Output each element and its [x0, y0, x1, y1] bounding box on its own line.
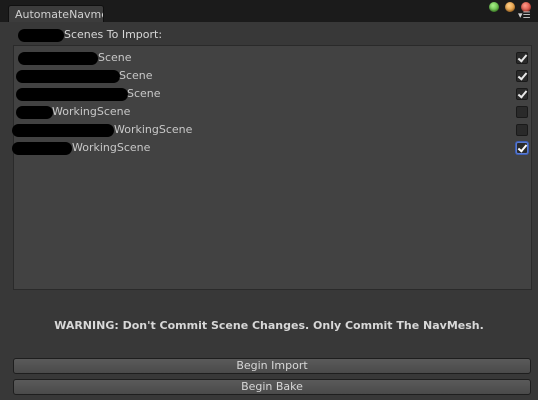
- list-item: Scene: [14, 49, 533, 67]
- scene-checkbox[interactable]: [516, 70, 528, 82]
- editor-window: AutomateNavme ▾☰ Scenes To Import: Scene…: [0, 0, 538, 400]
- scene-name: WorkingScene: [114, 123, 193, 136]
- redacted-text: [18, 29, 64, 42]
- redacted-text: [16, 70, 120, 83]
- scene-checkbox[interactable]: [516, 52, 528, 64]
- scene-name: Scene: [98, 51, 132, 64]
- scene-name: WorkingScene: [72, 141, 151, 154]
- begin-bake-button[interactable]: Begin Bake: [13, 379, 531, 395]
- redacted-text: [16, 88, 128, 101]
- warning-message: WARNING: Don't Commit Scene Changes. Onl…: [54, 319, 484, 332]
- scene-checkbox[interactable]: [516, 88, 528, 100]
- scene-list: Scene Scene Scene WorkingScene WorkingSc…: [12, 45, 533, 290]
- redacted-text: [18, 52, 98, 65]
- redacted-text: [12, 124, 114, 137]
- scene-checkbox[interactable]: [516, 106, 528, 118]
- maximize-icon[interactable]: [489, 2, 499, 12]
- tab-menu-icon[interactable]: ▾☰: [518, 12, 531, 21]
- list-item: Scene: [14, 85, 533, 103]
- tab-bar: AutomateNavme ▾☰: [0, 0, 538, 22]
- list-item: WorkingScene: [14, 103, 533, 121]
- begin-import-button[interactable]: Begin Import: [13, 358, 531, 374]
- list-item: Scene: [14, 67, 533, 85]
- list-item: WorkingScene: [12, 121, 533, 139]
- scene-checkbox[interactable]: [516, 142, 528, 154]
- scene-checkbox[interactable]: [516, 124, 528, 136]
- list-item: WorkingScene: [12, 139, 533, 157]
- scene-name: Scene: [127, 87, 161, 100]
- redacted-text: [12, 142, 72, 155]
- scenes-header: Scenes To Import:: [64, 28, 163, 41]
- window-tab[interactable]: AutomateNavme: [8, 5, 104, 22]
- scene-name: Scene: [119, 69, 153, 82]
- redacted-text: [16, 106, 53, 119]
- minimize-icon[interactable]: [505, 2, 515, 12]
- scene-name: WorkingScene: [52, 105, 131, 118]
